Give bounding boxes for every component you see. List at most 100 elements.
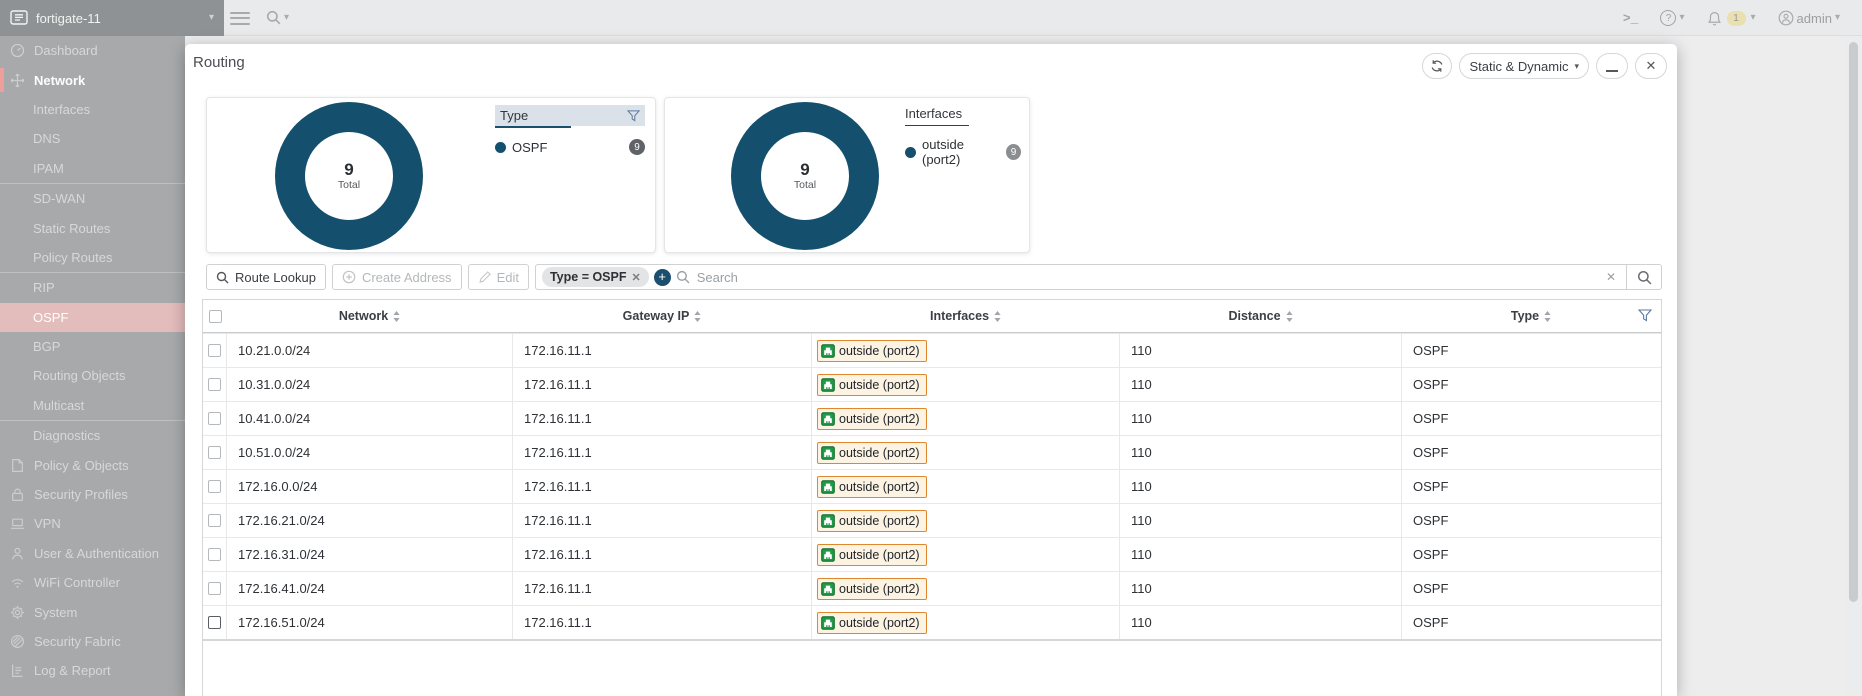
sidebar-item-wifi-controller[interactable]: WiFi Controller (0, 568, 185, 597)
column-header-distance[interactable]: Distance (1120, 300, 1402, 332)
sidebar-item-policy-objects[interactable]: Policy & Objects (0, 450, 185, 479)
sidebar-item-security-fabric[interactable]: Security Fabric (0, 627, 185, 656)
bell-icon (1707, 11, 1722, 26)
ethernet-port-icon (821, 514, 835, 528)
row-checkbox[interactable] (208, 514, 221, 527)
notifications-menu[interactable]: 1 (1707, 11, 1756, 26)
ethernet-port-icon (821, 616, 835, 630)
row-checkbox[interactable] (208, 446, 221, 459)
add-filter-button[interactable] (654, 269, 671, 286)
search-field[interactable]: Type = OSPF (535, 264, 1627, 290)
column-header-interfaces[interactable]: Interfaces (812, 300, 1120, 332)
sidebar-item-vpn[interactable]: VPN (0, 509, 185, 538)
table-row[interactable]: 10.41.0.0/24 172.16.11.1 outside (port2)… (203, 401, 1661, 435)
row-checkbox[interactable] (208, 548, 221, 561)
edit-button[interactable]: Edit (468, 264, 529, 290)
network-arrows-icon (10, 73, 25, 88)
table-row[interactable]: 10.21.0.0/24 172.16.11.1 outside (port2)… (203, 333, 1661, 367)
filter-chip-type-ospf[interactable]: Type = OSPF (542, 267, 649, 287)
global-search-button[interactable] (266, 10, 289, 25)
minimize-button[interactable] (1596, 53, 1628, 79)
gauge-icon (10, 43, 25, 58)
column-header-gateway-ip[interactable]: Gateway IP (513, 300, 812, 332)
ethernet-port-icon (821, 548, 835, 562)
admin-label: admin (1797, 11, 1832, 26)
clear-search-icon[interactable] (1602, 270, 1620, 284)
row-checkbox[interactable] (208, 616, 221, 629)
sidebar-item-user-authentication[interactable]: User & Authentication (0, 539, 185, 568)
create-address-button[interactable]: Create Address (332, 264, 462, 290)
sidebar-item-dns[interactable]: DNS (0, 124, 185, 153)
interface-badge: outside (port2) (817, 374, 927, 396)
row-checkbox[interactable] (208, 582, 221, 595)
search-icon (266, 10, 281, 25)
page-scrollbar-thumb[interactable] (1849, 42, 1858, 602)
table-row[interactable]: 172.16.21.0/24 172.16.11.1 outside (port… (203, 503, 1661, 537)
gear-icon (10, 605, 25, 620)
help-menu[interactable] (1660, 10, 1684, 26)
chevron-down-icon (1679, 13, 1684, 23)
sidebar-item-ipam[interactable]: IPAM (0, 154, 185, 183)
row-checkbox[interactable] (208, 378, 221, 391)
cell-network: 172.16.41.0/24 (227, 572, 513, 605)
column-header-network[interactable]: Network (227, 300, 513, 332)
sidebar-item-diagnostics[interactable]: Diagnostics (0, 421, 185, 450)
row-checkbox[interactable] (208, 412, 221, 425)
sort-icon (1543, 310, 1552, 323)
sidebar-item-log-report[interactable]: Log & Report (0, 656, 185, 685)
sidebar-item-routing-objects[interactable]: Routing Objects (0, 361, 185, 390)
cell-distance: 110 (1120, 606, 1402, 639)
select-all-checkbox[interactable] (209, 310, 222, 323)
sidebar-item-security-profiles[interactable]: Security Profiles (0, 480, 185, 509)
sidebar-item-policy-routes[interactable]: Policy Routes (0, 243, 185, 272)
table-row[interactable]: 172.16.31.0/24 172.16.11.1 outside (port… (203, 537, 1661, 571)
view-selector-dropdown[interactable]: Static & Dynamic (1459, 53, 1589, 79)
sidebar-item-network[interactable]: Network (0, 65, 185, 94)
legend-count-badge: 9 (629, 139, 645, 155)
hostname-menu[interactable]: fortigate-11 (0, 0, 224, 36)
interface-badge: outside (port2) (817, 408, 927, 430)
interfaces-summary-card: 9 Total Interfaces outside (port2) 9 (664, 97, 1030, 253)
legend-entry-outside-port2[interactable]: outside (port2) 9 (905, 137, 1021, 167)
table-row[interactable]: 172.16.41.0/24 172.16.11.1 outside (port… (203, 571, 1661, 605)
sidebar-item-rip[interactable]: RIP (0, 273, 185, 302)
remove-filter-icon[interactable] (632, 271, 641, 284)
legend-interfaces-header: Interfaces (905, 106, 969, 126)
search-submit-button[interactable] (1627, 264, 1662, 290)
legend-count-badge: 9 (1006, 144, 1021, 160)
admin-menu[interactable]: admin (1778, 10, 1840, 26)
sidebar-item-dashboard[interactable]: Dashboard (0, 36, 185, 65)
table-row[interactable]: 172.16.51.0/24 172.16.11.1 outside (port… (203, 605, 1661, 639)
table-row[interactable]: 10.51.0.0/24 172.16.11.1 outside (port2)… (203, 435, 1661, 469)
column-header-type[interactable]: Type (1402, 300, 1661, 332)
close-button[interactable] (1635, 53, 1667, 79)
sidebar-item-bgp[interactable]: BGP (0, 332, 185, 361)
refresh-button[interactable] (1422, 53, 1452, 79)
hamburger-menu-icon[interactable] (230, 8, 250, 28)
close-icon (1646, 58, 1657, 74)
sidebar-item-sdwan[interactable]: SD-WAN (0, 184, 185, 213)
sidebar-item-system[interactable]: System (0, 597, 185, 626)
route-lookup-button[interactable]: Route Lookup (206, 264, 326, 290)
cell-distance: 110 (1120, 572, 1402, 605)
table-filter-icon[interactable] (1638, 309, 1652, 322)
sidebar-item-static-routes[interactable]: Static Routes (0, 213, 185, 242)
sidebar-item-multicast[interactable]: Multicast (0, 391, 185, 420)
table-row[interactable]: 10.31.0.0/24 172.16.11.1 outside (port2)… (203, 367, 1661, 401)
row-checkbox[interactable] (208, 344, 221, 357)
chevron-down-icon (1751, 13, 1756, 23)
cli-console-icon[interactable] (1623, 11, 1639, 26)
legend-entry-ospf[interactable]: OSPF 9 (495, 139, 645, 155)
search-input[interactable] (695, 269, 1597, 286)
sidebar-item-interfaces[interactable]: Interfaces (0, 95, 185, 124)
interface-badge: outside (port2) (817, 578, 927, 600)
table-row[interactable]: 172.16.0.0/24 172.16.11.1 outside (port2… (203, 469, 1661, 503)
row-checkbox[interactable] (208, 480, 221, 493)
cell-network: 10.51.0.0/24 (227, 436, 513, 469)
cell-gateway: 172.16.11.1 (513, 334, 812, 367)
interface-badge: outside (port2) (817, 476, 927, 498)
sidebar-item-ospf[interactable]: OSPF (0, 303, 185, 332)
donut-total-label: Total (794, 179, 816, 191)
hostname-label: fortigate-11 (36, 11, 201, 26)
legend-type-header[interactable]: Type (495, 105, 645, 126)
